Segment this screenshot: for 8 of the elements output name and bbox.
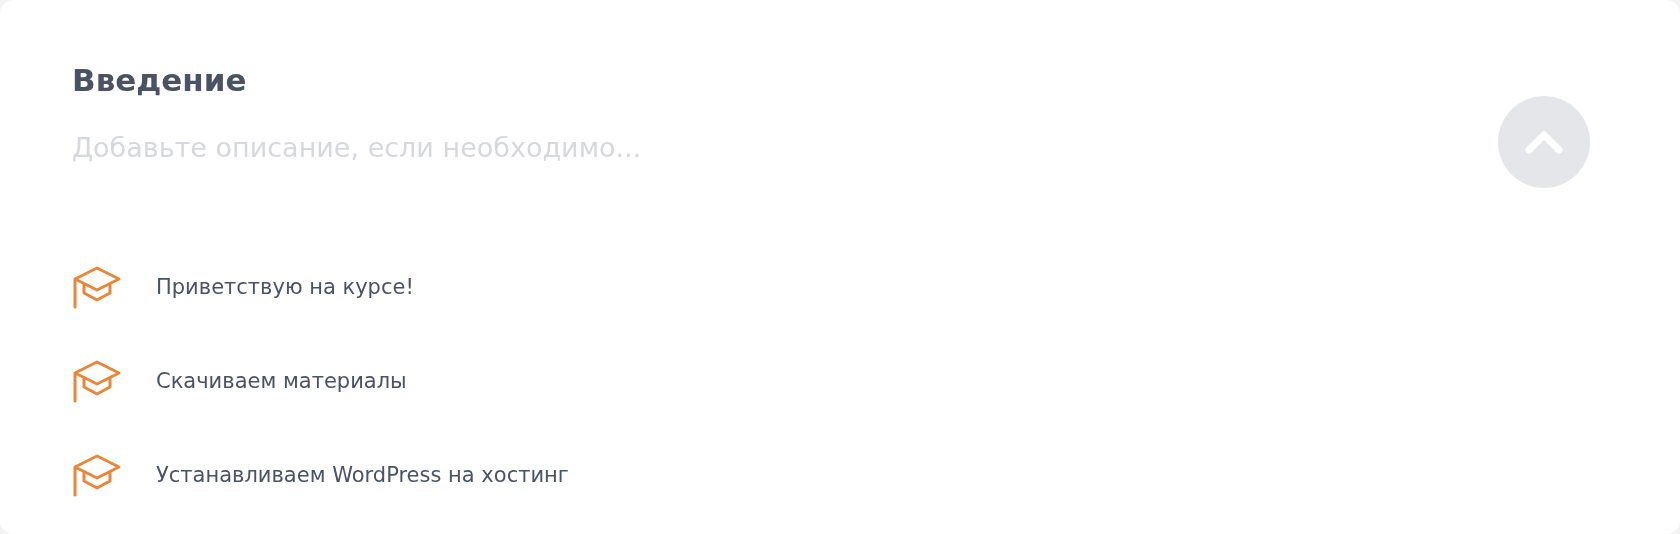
graduation-cap-icon xyxy=(72,453,122,497)
lesson-title[interactable]: Устанавливаем WordPress на хостинг xyxy=(156,455,569,495)
graduation-cap-icon xyxy=(72,359,122,403)
lesson-title[interactable]: Приветствую на курсе! xyxy=(156,267,414,307)
chevron-up-icon xyxy=(1524,129,1564,155)
lesson-title[interactable]: Скачиваем материалы xyxy=(156,361,407,401)
graduation-cap-icon xyxy=(72,265,122,309)
section-title: Введение xyxy=(72,61,248,100)
